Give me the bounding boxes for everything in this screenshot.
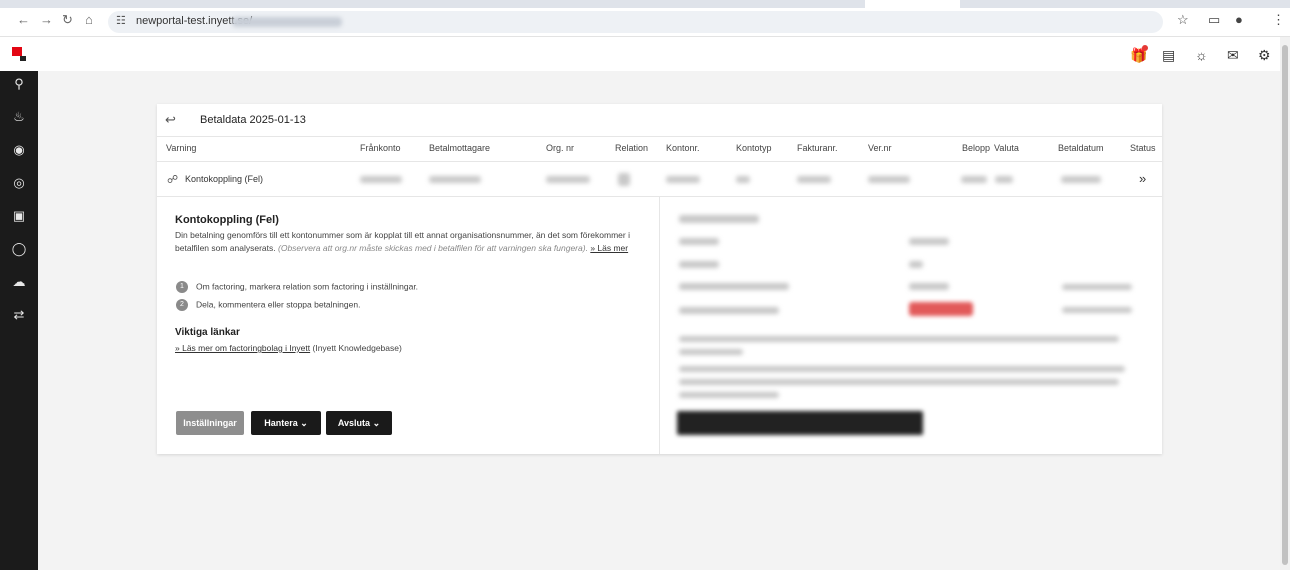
- bookmark-star-icon[interactable]: ☆: [1177, 12, 1189, 28]
- site-info-icon[interactable]: ☷: [116, 14, 126, 27]
- blurred-relation: [618, 173, 630, 186]
- blurred-valuta: [995, 176, 1013, 183]
- link-icon: ☍: [167, 174, 179, 186]
- step-number: 2: [176, 299, 188, 311]
- col-varning: Varning: [166, 143, 197, 153]
- notification-dot: [1142, 45, 1148, 51]
- scrollbar-thumb[interactable]: [1282, 45, 1288, 565]
- read-more-link[interactable]: » Läs mer: [590, 243, 628, 253]
- col-valuta: Valuta: [994, 143, 1019, 153]
- blurred-frankonto: [360, 176, 402, 183]
- col-status: Status: [1130, 143, 1156, 153]
- close-button[interactable]: Avsluta ⌄: [326, 411, 392, 435]
- kb-suffix: (Inyett Knowledgebase): [312, 343, 402, 353]
- clipboard-icon: ▣: [12, 208, 26, 223]
- blurred-kontonr: [666, 176, 700, 183]
- calendar-icon[interactable]: ▤: [1162, 47, 1175, 64]
- chevron-down-icon: ⌄: [372, 418, 381, 428]
- sidebar-item-transfer[interactable]: ⇄: [0, 302, 38, 328]
- settings-button-label: Inställningar: [183, 418, 237, 428]
- sidebar-item-fingerprint[interactable]: ◎: [0, 170, 38, 196]
- panel-divider: [659, 197, 660, 454]
- payment-card: ↩ Betaldata 2025-01-13 Varning Frånkonto…: [157, 104, 1162, 454]
- browser-menu-icon[interactable]: ⋮: [1272, 12, 1285, 28]
- settings-button[interactable]: Inställningar: [176, 411, 244, 435]
- col-relation: Relation: [615, 143, 649, 153]
- gear-icon[interactable]: ⚙: [1258, 47, 1271, 64]
- chevron-right-icon[interactable]: »: [1139, 171, 1146, 186]
- blurred-vernr: [868, 176, 910, 183]
- blurred-fakturanr: [797, 176, 831, 183]
- browser-chrome: ← → ↻ ⌂ ☷ newportal-test.inyett.se/ ☆ ▭ …: [0, 0, 1290, 37]
- col-belopp: Belopp: [962, 143, 991, 153]
- step-text: Dela, kommentera eller stoppa betalninge…: [196, 299, 361, 310]
- home-icon[interactable]: ⌂: [85, 12, 93, 28]
- blurred-belopp: [961, 176, 987, 183]
- col-orgnr: Org. nr: [546, 143, 575, 153]
- knowledgebase-line: » Läs mer om factoringbolag i Inyett (In…: [175, 343, 402, 353]
- sidebar-item-notifications[interactable]: ♨: [0, 104, 38, 130]
- row-warning: Kontokoppling (Fel): [185, 174, 264, 184]
- address-url-blurred: [232, 17, 342, 27]
- col-vernr: Ver.nr: [868, 143, 892, 153]
- blurred-betaldatum: [1061, 176, 1101, 183]
- manage-button[interactable]: Hantera ⌄: [251, 411, 321, 435]
- detail-description: Din betalning genomförs till ett kontonu…: [175, 229, 645, 255]
- inyett-logo[interactable]: [12, 47, 26, 61]
- forward-icon[interactable]: →: [40, 12, 53, 28]
- card-title: Betaldata 2025-01-13: [200, 114, 306, 126]
- description-note: (Observera att org.nr måste skickas med …: [278, 243, 588, 253]
- col-frankonto: Frånkonto: [360, 143, 401, 153]
- col-kontotyp: Kontotyp: [736, 143, 772, 153]
- back-to-list-icon[interactable]: ↩: [165, 112, 176, 128]
- sidebar-item-tasks[interactable]: ▣: [0, 203, 38, 229]
- blurred-betalmottagare: [429, 176, 481, 183]
- blurred-kontotyp: [736, 176, 750, 183]
- bell-icon: ♨: [13, 109, 25, 124]
- reload-icon[interactable]: ↻: [62, 12, 73, 28]
- search-icon: ⚲: [14, 76, 24, 91]
- step-text: Om factoring, markera relation som facto…: [196, 281, 419, 292]
- col-betalmottagare: Betalmottagare: [429, 143, 491, 153]
- address-bar[interactable]: ☷ newportal-test.inyett.se/: [108, 11, 1163, 33]
- database-icon: ◯: [11, 241, 27, 256]
- analytics-icon: ◉: [13, 142, 25, 157]
- profile-avatar-icon[interactable]: ●: [1235, 12, 1243, 27]
- col-kontonr: Kontonr.: [666, 143, 700, 153]
- chat-icon[interactable]: ✉: [1227, 47, 1239, 64]
- lightbulb-icon[interactable]: ☼: [1195, 47, 1208, 63]
- transfer-icon: ⇄: [13, 307, 25, 322]
- back-icon[interactable]: ←: [17, 12, 30, 28]
- sidebar-item-cloud[interactable]: ☁: [0, 269, 38, 295]
- app-header: 🎁 ▤ ☼ ✉ ⚙: [0, 37, 1280, 71]
- step-1: 1 Om factoring, markera relation som fact…: [176, 281, 418, 293]
- col-fakturanr: Fakturanr.: [797, 143, 838, 153]
- step-2: 2 Dela, kommentera eller stoppa betalning…: [176, 299, 360, 311]
- sidebar-item-analytics[interactable]: ◉: [0, 137, 38, 163]
- close-button-label: Avsluta: [337, 418, 371, 428]
- active-tab[interactable]: [865, 0, 960, 8]
- table-row[interactable]: ☍ Kontokoppling (Fel) »: [157, 162, 1162, 197]
- sidebar-item-search[interactable]: ⚲: [0, 71, 38, 97]
- fingerprint-icon: ◎: [13, 175, 25, 190]
- card-title-row: ↩ Betaldata 2025-01-13: [157, 104, 1162, 137]
- detail-heading: Kontokoppling (Fel): [175, 214, 279, 226]
- sidebar: ⚲ ♨ ◉ ◎ ▣ ◯ ☁ ⇄: [0, 71, 38, 570]
- blurred-orgnr: [546, 176, 590, 183]
- links-heading: Viktiga länkar: [175, 327, 240, 338]
- step-number: 1: [176, 281, 188, 293]
- factoring-kb-link[interactable]: » Läs mer om factoringbolag i Inyett: [175, 343, 310, 353]
- extensions-icon[interactable]: ▭: [1208, 12, 1220, 28]
- page-scrollbar[interactable]: [1280, 37, 1290, 570]
- chevron-down-icon: ⌄: [300, 418, 308, 428]
- tab-strip: [0, 0, 1290, 8]
- manage-button-label: Hantera: [264, 418, 298, 428]
- sidebar-item-data[interactable]: ◯: [0, 236, 38, 262]
- cloud-icon: ☁: [12, 274, 26, 289]
- col-betaldatum: Betaldatum: [1058, 143, 1104, 153]
